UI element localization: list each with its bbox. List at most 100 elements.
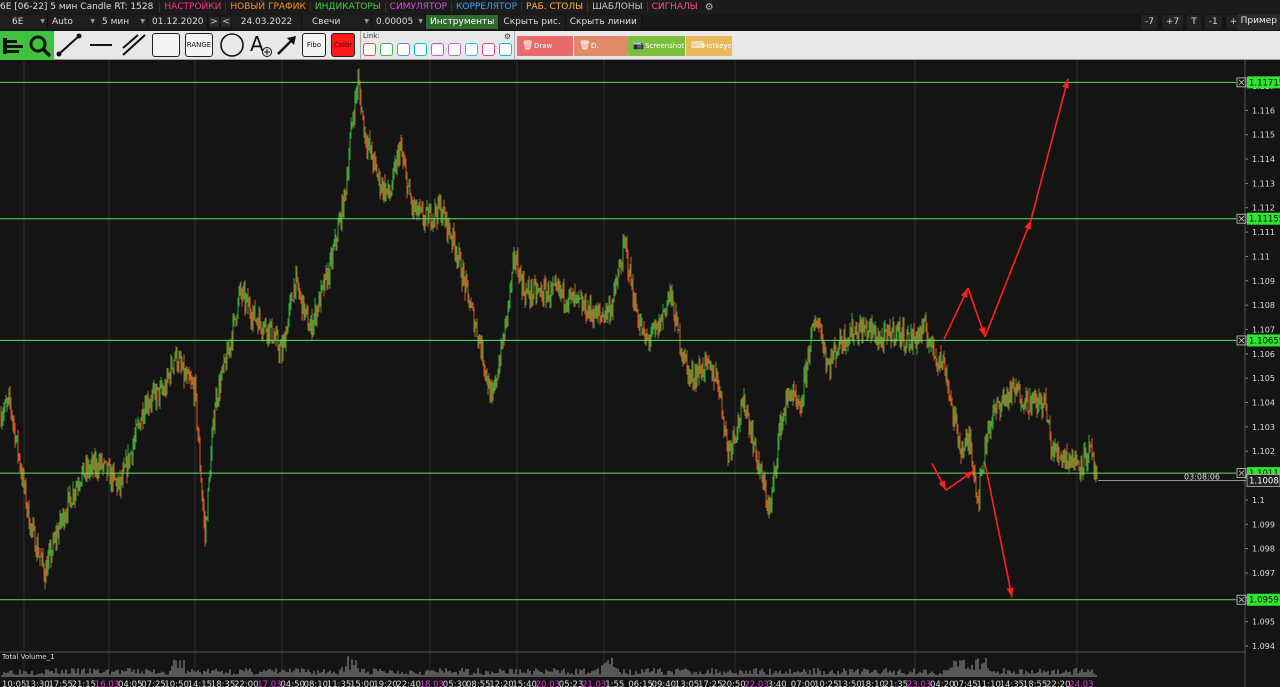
arrow-tool-icon[interactable] (275, 33, 299, 57)
primer-button[interactable]: Пример (1237, 14, 1280, 30)
menu-new-chart[interactable]: НОВЫЙ ГРАФИК (225, 2, 310, 12)
circle-icon[interactable] (219, 33, 245, 57)
level-price-label: 1.0959 (1249, 596, 1279, 606)
chevron-down-icon: ▼ (140, 18, 145, 25)
y-tick-label: 1.1 (1252, 496, 1265, 505)
tick-select[interactable]: 0.00005 ▼ (372, 15, 426, 29)
x-tick-label: 18.03 (419, 680, 444, 687)
ray-icon[interactable] (120, 33, 148, 57)
y-tick-label: 1.106 (1252, 350, 1275, 359)
chart-type-value: Свечи (312, 17, 341, 27)
keyboard-icon: ⌨ (691, 41, 704, 51)
y-tick-label: 1.112 (1252, 204, 1275, 213)
y-tick-label: 1.104 (1252, 399, 1275, 408)
y-tick-label: 1.097 (1252, 569, 1275, 578)
link-panel: Link: ⚙ (360, 31, 515, 60)
hide-drawings-button[interactable]: Скрыть рис. (499, 15, 566, 29)
date-to-field[interactable]: 24.03.2022 (232, 15, 302, 29)
menu-simulator[interactable]: СИМУЛЯТОР (384, 2, 451, 12)
symbol-select[interactable]: 6E ▼ (0, 15, 48, 29)
link-color-6[interactable] (448, 43, 461, 56)
x-tick-label: 24.03 (1069, 680, 1094, 687)
x-tick-label: 22:20 (1046, 680, 1071, 687)
x-tick-label: 04:05 (118, 680, 143, 687)
timeframe-select[interactable]: 5 мин ▼ (98, 15, 148, 29)
level-price-label: 1.10655 (1249, 336, 1280, 346)
menu-icon[interactable] (3, 36, 25, 56)
zoom-plus7-button[interactable]: +7 (1161, 15, 1184, 29)
y-tick-label: 1.114 (1252, 155, 1275, 164)
x-tick-label: 17.03 (257, 680, 282, 687)
trading-app: 6E [06-22] 5 мин Candle RT: 1528 НАСТРОЙ… (0, 0, 1280, 687)
trendline-icon[interactable] (55, 33, 83, 57)
gear-icon[interactable]: ⚙ (504, 32, 511, 41)
scale-select[interactable]: Auto ▼ (48, 15, 98, 29)
link-color-3[interactable] (397, 43, 410, 56)
x-tick-label: 15:00 (350, 680, 375, 687)
x-tick-label: 04:20 (930, 680, 955, 687)
y-tick-label: 1.116 (1252, 106, 1275, 115)
instruments-button[interactable]: Инструменты (426, 15, 500, 29)
link-color-5[interactable] (431, 43, 444, 56)
x-tick-label: 07:45 (953, 680, 978, 687)
range-tool[interactable]: RANGE (185, 33, 213, 57)
link-color-2[interactable] (380, 43, 393, 56)
level-price-label: 1.11715 (1249, 78, 1280, 88)
chevron-down-icon: ▼ (364, 18, 369, 25)
drawing-toolbar: RANGE A Fibo Color Link: ⚙ 🗑Draw tools 🗑… (0, 31, 1280, 70)
x-tick-label: 15:40 (512, 680, 537, 687)
symbol-value: 6E (12, 17, 24, 27)
menu-templates[interactable]: ШАБЛОНЫ (587, 2, 647, 12)
level-price-label: 1.11155 (1249, 215, 1280, 225)
menu-correlator[interactable]: КОРРЕЛЯТОР (450, 2, 521, 12)
menu-signals[interactable]: СИГНАЛЫ (646, 2, 702, 12)
x-tick-label: 22.03 (744, 680, 769, 687)
menu-indicators[interactable]: ИНДИКАТОРЫ (309, 2, 385, 12)
price-chart[interactable]: 1.1171.1161.1151.1141.1131.1121.1111.111… (0, 60, 1280, 687)
y-tick-label: 1.11 (1252, 252, 1270, 261)
link-color-4[interactable] (414, 43, 427, 56)
y-tick-label: 1.108 (1252, 301, 1275, 310)
clear-profiles-button[interactable]: 🗑D. profiles (574, 36, 628, 70)
hide-lines-button[interactable]: Скрыть линии (565, 15, 642, 29)
chart-type-select[interactable]: Свечи ▼ (302, 15, 372, 29)
y-tick-label: 1.098 (1252, 545, 1275, 554)
screenshot-button[interactable]: 📷 Screenshot (628, 36, 685, 56)
link-color-1[interactable] (363, 43, 376, 56)
search-icon[interactable] (28, 34, 52, 58)
x-tick-label: 22:00 (234, 680, 259, 687)
fibo-tool[interactable]: Fibo (302, 33, 326, 57)
menu-workspaces[interactable]: РАБ. СТОЛЫ (521, 2, 587, 12)
x-tick-label: 1:55 (605, 680, 625, 687)
hline-icon[interactable] (88, 33, 114, 57)
gear-icon[interactable]: ⚙ (702, 2, 717, 13)
text-tool-icon[interactable]: A (248, 32, 274, 57)
x-tick-label: 3:40 (767, 680, 787, 687)
link-color-9[interactable] (499, 43, 512, 56)
rectangle-icon[interactable] (152, 33, 180, 57)
x-tick-label: 13:05 (674, 680, 700, 687)
x-tick-label: 12:20 (489, 680, 514, 687)
scale-value: Auto (52, 17, 73, 27)
x-tick-label: 09:40 (651, 680, 677, 687)
nav-next-button[interactable]: > (209, 17, 219, 27)
x-tick-label: 19:20 (373, 680, 398, 687)
link-color-7[interactable] (465, 43, 478, 56)
x-tick-label: 23.03 (906, 680, 932, 687)
menu-settings[interactable]: НАСТРОЙКИ (159, 2, 225, 12)
date-from-field[interactable]: 01.12.2020 (148, 15, 208, 29)
zoom-minus1-button[interactable]: -1 (1204, 15, 1222, 29)
zoom-t-button[interactable]: T (1187, 15, 1201, 29)
x-tick-label: 10:50 (164, 680, 189, 687)
clear-draw-tools-button[interactable]: 🗑Draw tools (517, 36, 573, 70)
link-color-8[interactable] (482, 43, 495, 56)
chevron-down-icon: ▼ (40, 18, 45, 25)
y-tick-label: 1.111 (1252, 228, 1275, 237)
window-title: 6E [06-22] 5 мин Candle RT: 1528 (0, 2, 154, 12)
nav-prev-button[interactable]: < (221, 17, 231, 27)
x-tick-label: 17:55 (48, 680, 73, 687)
hotkeys-button[interactable]: ⌨ Hotkeys (686, 36, 732, 56)
zoom-minus7-button[interactable]: -7 (1140, 15, 1158, 29)
timeframe-value: 5 мин (102, 17, 130, 27)
color-tool[interactable]: Color (331, 33, 355, 57)
